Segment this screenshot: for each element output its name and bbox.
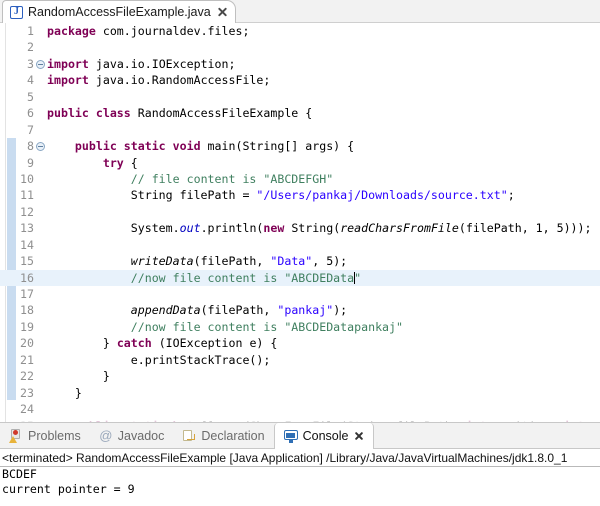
code-line[interactable]: 23 } (0, 385, 600, 401)
line-number: 21 (20, 352, 34, 367)
code-line[interactable]: 24 (0, 401, 600, 417)
line-number: 7 (27, 122, 34, 137)
line-number: 23 (20, 385, 34, 400)
line-number: 3 (27, 56, 34, 71)
code-editor[interactable]: 1 package com.journaldev.files; 2 3 import j… (0, 23, 600, 422)
code-line[interactable]: 8 public static void main(String[] args)… (0, 138, 600, 154)
code-line[interactable]: 18 appendData(filePath, "pankaj"); (0, 302, 600, 318)
line-number: 4 (27, 73, 34, 88)
code-text: public class RandomAccessFileExample { (47, 106, 313, 121)
code-line[interactable]: 13 System.out.println(new String(readCha… (0, 220, 600, 236)
code-text: //now file content is "ABCDEData" (130, 270, 362, 285)
close-icon[interactable] (216, 6, 228, 18)
code-lines-container[interactable]: 1 package com.journaldev.files; 2 3 import j… (0, 23, 600, 422)
code-text: import java.io.RandomAccessFile; (47, 73, 271, 88)
console-launch-status: <terminated> RandomAccessFileExample [Ja… (0, 449, 600, 467)
eclipse-ide-window: J RandomAccessFileExample.java 1 package … (0, 0, 600, 506)
line-number: 22 (20, 369, 34, 384)
code-text: writeData(filePath, "Data", 5); (130, 254, 348, 269)
line-number: 9 (27, 155, 34, 170)
line-number: 18 (20, 303, 34, 318)
line-number: 24 (20, 402, 34, 417)
line-number: 8 (27, 139, 34, 154)
tab-problems[interactable]: Problems (0, 422, 90, 449)
line-number: 10 (20, 171, 34, 186)
editor-tab-randomaccessfileexample[interactable]: J RandomAccessFileExample.java (2, 0, 236, 23)
code-line[interactable]: 10 // file content is "ABCDEFGH" (0, 171, 600, 187)
line-number: 17 (20, 287, 34, 301)
tab-javadoc-label: Javadoc (117, 428, 165, 443)
line-number: 16 (20, 270, 34, 285)
line-number: 5 (27, 89, 34, 104)
close-icon[interactable] (353, 431, 364, 442)
line-number: 12 (20, 204, 34, 219)
code-line[interactable]: 14 (0, 237, 600, 253)
code-fold-icon[interactable] (36, 59, 45, 69)
line-number: 6 (27, 106, 34, 121)
code-text: System.out.println(new String(readCharsF… (47, 221, 592, 236)
line-number: 13 (20, 221, 34, 236)
panel-tab-bar: Problems @ Javadoc Declaration Console (0, 422, 600, 449)
tab-declaration[interactable]: Declaration (173, 422, 273, 449)
code-line[interactable]: 5 (0, 89, 600, 105)
tab-javadoc[interactable]: @ Javadoc (90, 422, 174, 449)
console-output-area[interactable]: <terminated> RandomAccessFileExample [Ja… (0, 449, 600, 506)
code-text: try { (102, 155, 138, 170)
code-line[interactable]: 22 } (0, 368, 600, 384)
editor-tab-bar: J RandomAccessFileExample.java (0, 0, 600, 23)
tab-problems-label: Problems (28, 428, 81, 443)
line-number: 14 (20, 237, 34, 252)
code-line[interactable]: 12 (0, 204, 600, 220)
declaration-icon (182, 429, 196, 443)
code-line[interactable]: 6 public class RandomAccessFileExample { (0, 105, 600, 121)
console-icon (283, 429, 298, 443)
code-text: //now file content is "ABCDEDatapankaj" (130, 319, 403, 334)
code-line[interactable]: 2 (0, 39, 600, 55)
code-line[interactable]: 16 //now file content is "ABCDEData" (0, 269, 600, 286)
code-line[interactable]: 1 package com.journaldev.files; (0, 23, 600, 39)
code-line[interactable]: 3 import java.io.IOException; (0, 56, 600, 72)
code-text: package com.journaldev.files; (47, 24, 250, 38)
code-text: e.printStackTrace(); (47, 352, 271, 367)
code-text: } (47, 369, 110, 384)
code-line[interactable]: 17 (0, 286, 600, 302)
tab-declaration-label: Declaration (201, 428, 265, 443)
code-text: } catch (IOException e) { (47, 336, 278, 351)
code-line[interactable]: 15 writeData(filePath, "Data", 5); (0, 253, 600, 269)
code-text: appendData(filePath, "pankaj"); (130, 303, 348, 318)
problems-icon (9, 428, 23, 443)
line-number: 1 (27, 24, 34, 38)
console-output-line: current pointer = 9 (2, 482, 135, 496)
javadoc-icon: @ (99, 427, 113, 443)
code-line[interactable]: 9 try { (0, 155, 600, 171)
line-number: 11 (20, 188, 34, 203)
code-line[interactable]: 21 e.printStackTrace(); (0, 352, 600, 368)
line-number: 19 (20, 319, 34, 334)
code-line[interactable]: 19 //now file content is "ABCDEDatapanka… (0, 319, 600, 335)
code-line[interactable]: 20 } catch (IOException e) { (0, 335, 600, 351)
line-number: 2 (27, 40, 34, 55)
code-text: // file content is "ABCDEFGH" (130, 171, 334, 186)
code-line[interactable]: 7 (0, 122, 600, 138)
console-output-line: BCDEF (2, 467, 37, 481)
code-text: } (47, 385, 82, 400)
editor-tab-label: RandomAccessFileExample.java (28, 5, 211, 19)
bottom-panel: Problems @ Javadoc Declaration Console <… (0, 422, 600, 506)
line-number: 15 (20, 254, 34, 269)
tab-console-label: Console (302, 429, 349, 443)
code-text: public static void main(String[] args) { (74, 139, 355, 154)
code-line[interactable]: 4 import java.io.RandomAccessFile; (0, 72, 600, 88)
code-fold-icon[interactable] (36, 142, 45, 152)
code-line[interactable]: 11 String filePath = "/Users/pankaj/Down… (0, 187, 600, 203)
code-text: import java.io.IOException; (47, 56, 236, 71)
tab-console[interactable]: Console (273, 423, 375, 449)
java-file-icon: J (10, 5, 23, 19)
line-number: 20 (20, 336, 34, 351)
code-text: String filePath = "/Users/pankaj/Downloa… (47, 188, 515, 203)
